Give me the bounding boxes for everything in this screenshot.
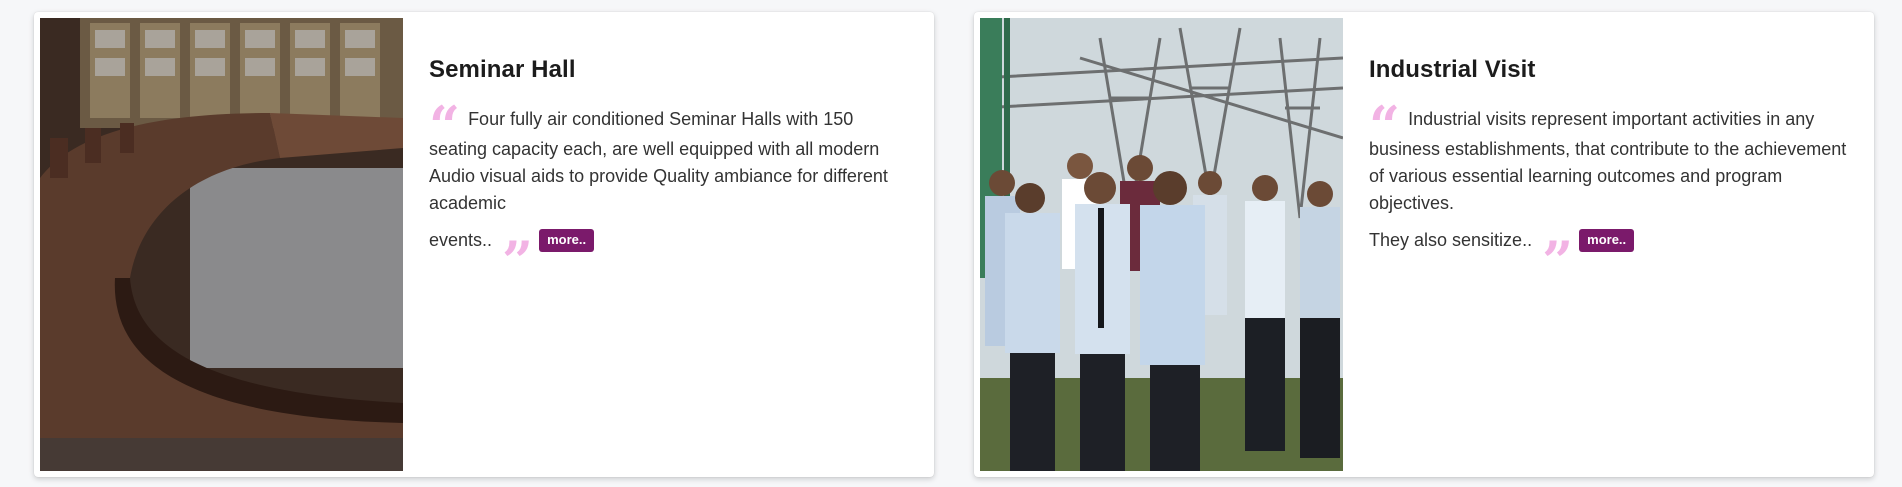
seminar-hall-card: Seminar Hall “Four fully air conditioned… — [34, 12, 934, 477]
quote-close-icon: ” — [502, 229, 534, 293]
seminar-hall-description: “Four fully air conditioned Seminar Hall… — [429, 94, 908, 293]
industrial-visit-photo — [980, 18, 1343, 471]
industrial-visit-text: Industrial visits represent important ac… — [1369, 109, 1847, 213]
seminar-hall-text: Four fully air conditioned Seminar Halls… — [429, 109, 888, 213]
industrial-visit-more-button[interactable]: more.. — [1579, 229, 1635, 252]
features-row: Seminar Hall “Four fully air conditioned… — [0, 0, 1902, 487]
seminar-hall-content: Seminar Hall “Four fully air conditioned… — [403, 12, 934, 477]
industrial-visit-content: Industrial Visit “Industrial visits repr… — [1343, 12, 1874, 477]
industrial-visit-card: Industrial Visit “Industrial visits repr… — [974, 12, 1874, 477]
industrial-visit-description: “Industrial visits represent important a… — [1369, 94, 1848, 293]
industrial-visit-title: Industrial Visit — [1369, 56, 1536, 83]
seminar-hall-title: Seminar Hall — [429, 56, 576, 83]
seminar-hall-tail-line: events.. ” more.. — [429, 227, 908, 293]
industrial-visit-tail-line: They also sensitize.. ” more.. — [1369, 227, 1848, 293]
quote-open-icon: “ — [429, 94, 461, 158]
quote-close-icon: ” — [1542, 229, 1574, 293]
quote-open-icon: “ — [1369, 94, 1401, 158]
seminar-hall-text-tail: events.. — [429, 230, 493, 250]
seminar-hall-photo — [40, 18, 403, 471]
seminar-hall-more-button[interactable]: more.. — [539, 229, 595, 252]
industrial-visit-text-tail: They also sensitize.. — [1369, 230, 1533, 250]
